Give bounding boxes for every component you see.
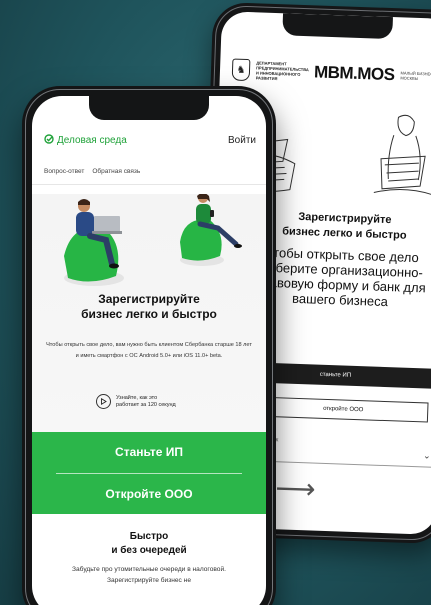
back-phone-notch	[282, 13, 393, 40]
person-phone-illustration	[180, 194, 242, 266]
front-phone-notch	[89, 96, 209, 120]
section2-title-line2: и без очередей	[111, 545, 187, 556]
nav-links: Вопрос-ответ Обратная связь	[44, 168, 140, 175]
hero-title-line2: бизнес легко и быстро	[81, 307, 217, 321]
section2-text: Забудьте про утомительные очереди в нало…	[72, 566, 226, 584]
mbm-subtitle: МАЛЫЙ БИЗНЕС МОСКВЫ	[400, 70, 431, 81]
nav-feedback[interactable]: Обратная связь	[92, 168, 140, 175]
section2-title: Быстро и без очередей	[32, 530, 266, 558]
back-description: Чтобы открыть свое дело выберите организ…	[255, 244, 426, 310]
login-link[interactable]: Войти	[228, 135, 256, 146]
chevron-down-icon[interactable]: ⌄	[423, 450, 431, 461]
back-ooo-button[interactable]: откройте ООО	[257, 396, 429, 423]
become-ip-button[interactable]: Станьте ИП	[32, 432, 266, 472]
arrow-right-icon[interactable]: ⟶	[275, 471, 316, 505]
sber-logo-icon	[44, 133, 54, 147]
brand-name: Деловая среда	[57, 134, 127, 146]
nav-faq[interactable]: Вопрос-ответ	[44, 168, 84, 175]
hero-description: Чтобы открыть свое дело, вам нужно быть …	[46, 342, 252, 359]
section2-title-line1: Быстро	[129, 531, 169, 542]
hero-title-line1: Зарегистрируйте	[98, 292, 200, 306]
back-select-underline	[266, 460, 431, 468]
front-phone-screen: Деловая среда Войти Вопрос-ответ Обратна…	[32, 96, 266, 605]
person-laptop-illustration	[64, 199, 124, 286]
back-title: Зарегистрируйте бизнес легко и быстро	[254, 208, 431, 244]
learn-text-line2: работает за 120 секунд	[116, 401, 176, 408]
sketch-person-right-icon	[373, 114, 431, 196]
department-text: ДЕПАРТАМЕНТ ПРЕДПРИНИМАТЕЛЬСТВА И ИННОВА…	[255, 60, 309, 82]
app-header: Деловая среда Войти	[32, 126, 266, 154]
open-ooo-button[interactable]: Откройте ООО	[32, 474, 266, 514]
mbm-logo[interactable]: MBM.MOS	[314, 62, 395, 85]
hero-title: Зарегистрируйте бизнес легко и быстро	[32, 292, 266, 322]
learn-video-link[interactable]: Узнайте, как это работает за 120 секунд	[96, 394, 176, 409]
moscow-crest-icon: ♞	[231, 58, 251, 82]
cta-panel: Станьте ИП Откройте ООО	[32, 432, 266, 514]
front-phone: Деловая среда Войти Вопрос-ответ Обратна…	[22, 86, 276, 605]
learn-text: Узнайте, как это работает за 120 секунд	[116, 395, 176, 409]
learn-text-line1: Узнайте, как это	[116, 394, 158, 401]
nav-divider	[32, 184, 266, 185]
play-circle-icon[interactable]	[96, 394, 111, 409]
hero-illustration	[64, 194, 242, 286]
brand[interactable]: Деловая среда	[44, 133, 127, 147]
